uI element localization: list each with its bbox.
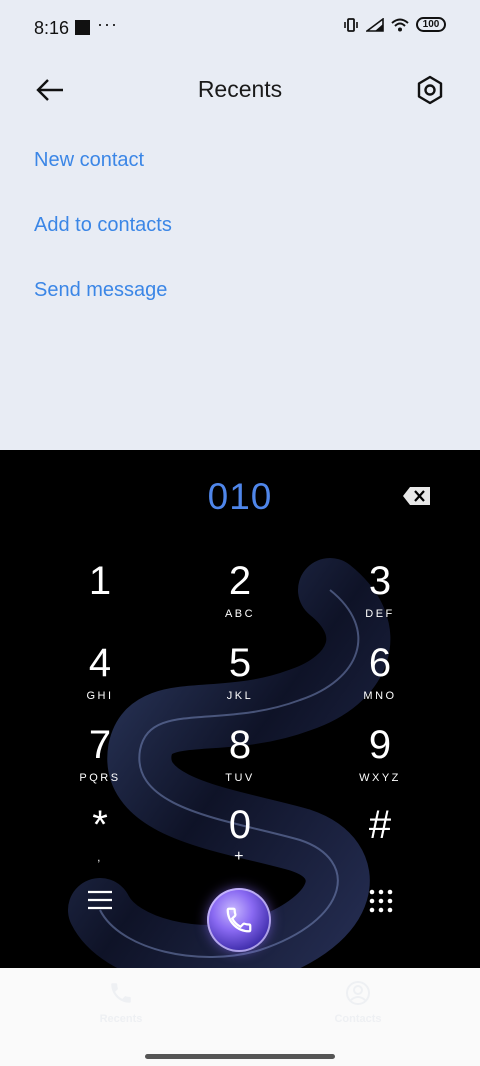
key-digit: *	[92, 803, 108, 847]
key-letters: JKL	[226, 690, 254, 702]
key-letters: TUV	[225, 772, 255, 784]
tab-label: Recents	[99, 1013, 143, 1025]
key-letters: PQRS	[79, 772, 121, 784]
add-to-contacts-link[interactable]: Add to contacts	[34, 203, 172, 268]
status-bar: 8:16 ··· 100	[0, 0, 480, 56]
vibrate-icon	[344, 17, 358, 32]
key-5[interactable]: 5 JKL	[180, 640, 300, 718]
dialer-panel: 010 1 2 ABC 3 DEF 4 GHI 5 JKL 6 MNO 7 PQ…	[0, 450, 480, 968]
phone-tab-icon	[111, 983, 131, 1003]
call-button[interactable]	[207, 888, 271, 952]
key-digit: 6	[368, 641, 392, 685]
signal-icon	[366, 17, 384, 32]
actions-list: New contact Add to contacts Send message	[34, 138, 172, 333]
more-notifications-icon: ···	[97, 14, 118, 34]
status-icons: 100	[343, 17, 446, 32]
key-letters: ,	[97, 852, 103, 864]
dialpad-toggle-button[interactable]	[368, 888, 394, 914]
hexagon-gear-icon	[417, 75, 443, 105]
tab-label: Contacts	[334, 1013, 382, 1025]
key-letters: +	[234, 848, 246, 865]
new-contact-link[interactable]: New contact	[34, 138, 172, 203]
key-6[interactable]: 6 MNO	[320, 640, 440, 718]
key-4[interactable]: 4 GHI	[40, 640, 160, 718]
key-digit: 5	[228, 641, 252, 685]
key-0[interactable]: 0 +	[180, 802, 300, 880]
key-digit: 4	[88, 641, 112, 685]
key-letters: ABC	[224, 608, 256, 620]
key-digit: 1	[88, 559, 112, 603]
tab-recents[interactable]: Recents	[81, 980, 161, 1025]
key-1[interactable]: 1	[40, 558, 160, 636]
key-9[interactable]: 9 WXYZ	[320, 722, 440, 800]
settings-button[interactable]	[410, 70, 450, 110]
backspace-icon	[403, 487, 430, 505]
send-message-link[interactable]: Send message	[34, 268, 172, 333]
key-8[interactable]: 8 TUV	[180, 722, 300, 800]
key-letters: DEF	[365, 608, 395, 620]
bottom-navigation: Recents Contacts	[0, 968, 480, 1066]
key-letters: WXYZ	[359, 772, 401, 784]
person-tab-icon	[346, 981, 370, 1005]
header: Recents	[0, 60, 480, 120]
status-time: 8:16	[34, 18, 70, 38]
key-digit: 3	[368, 559, 392, 603]
key-digit: 2	[228, 559, 252, 603]
wifi-icon	[391, 18, 409, 31]
notification-square-icon	[75, 20, 90, 35]
backspace-button[interactable]	[402, 486, 432, 506]
key-digit: #	[368, 803, 392, 847]
key-digit: 9	[368, 723, 392, 767]
menu-button[interactable]	[86, 888, 114, 912]
key-letters: MNO	[363, 690, 397, 702]
key-digit: 7	[88, 723, 112, 767]
key-2[interactable]: 2 ABC	[180, 558, 300, 636]
key-hash[interactable]: #	[320, 802, 440, 880]
key-star[interactable]: * ,	[40, 802, 160, 880]
battery-icon: 100	[416, 17, 446, 32]
phone-icon	[226, 907, 252, 933]
key-3[interactable]: 3 DEF	[320, 558, 440, 636]
tab-contacts[interactable]: Contacts	[318, 980, 398, 1025]
hamburger-menu-icon	[88, 890, 112, 910]
dialpad-grid-icon	[369, 889, 393, 913]
key-letters: GHI	[86, 690, 114, 702]
key-7[interactable]: 7 PQRS	[40, 722, 160, 800]
key-digit: 8	[228, 723, 252, 767]
page-title: Recents	[197, 76, 283, 102]
key-digit: 0	[228, 803, 252, 847]
home-indicator[interactable]	[145, 1054, 335, 1059]
